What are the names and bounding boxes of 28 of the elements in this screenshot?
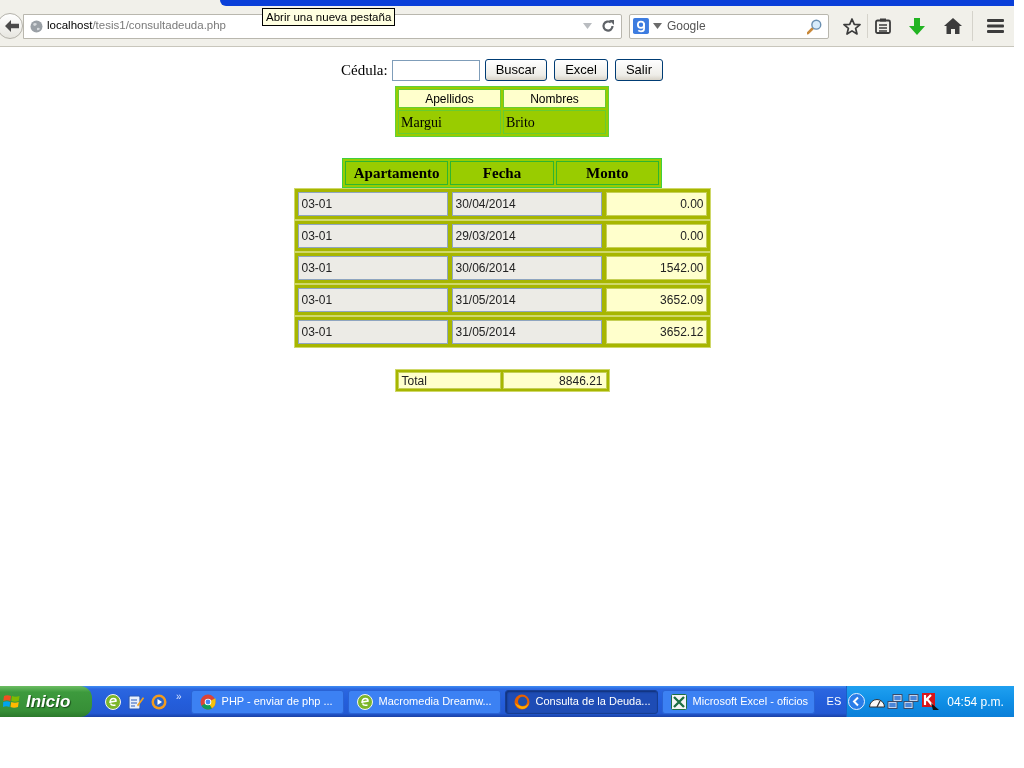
table-cell: 3652.09 <box>605 288 707 312</box>
table-cell: 30/04/2014 <box>451 192 602 216</box>
table-cell: 0.00 <box>605 192 707 216</box>
table-cell: 03-01 <box>297 256 448 280</box>
field-label: Cédula: <box>341 60 388 80</box>
url-text: localhost/tesis1/consultadeuda.php <box>47 18 227 34</box>
tooltip: Abrir una nueva pestaña <box>262 8 396 26</box>
table-cell: 31/05/2014 <box>451 320 602 344</box>
table-cell: 30/06/2014 <box>451 256 602 280</box>
total-value: 8846.21 <box>503 372 607 389</box>
table-cell: 03-01 <box>297 288 448 312</box>
table-cell: 03-01 <box>297 192 448 216</box>
clock: 04:54 p.m. <box>947 693 1004 711</box>
table-cell: Brito <box>503 110 606 134</box>
column-header: Apartamento <box>345 161 449 185</box>
column-header: Fecha <box>450 161 554 185</box>
total-label: Total <box>397 372 501 389</box>
table-cell: 29/03/2014 <box>451 224 602 248</box>
column-header: Monto <box>555 161 659 185</box>
table-cell: 0.00 <box>605 224 707 248</box>
table-cell: 31/05/2014 <box>451 288 602 312</box>
table-cell: 3652.12 <box>605 320 707 344</box>
column-header: Apellidos <box>398 89 501 108</box>
table-cell: 03-01 <box>297 320 448 344</box>
table-cell: 03-01 <box>297 224 448 248</box>
table-cell: 1542.00 <box>605 256 707 280</box>
table-cell: Margui <box>398 110 501 134</box>
column-header: Nombres <box>503 89 606 108</box>
